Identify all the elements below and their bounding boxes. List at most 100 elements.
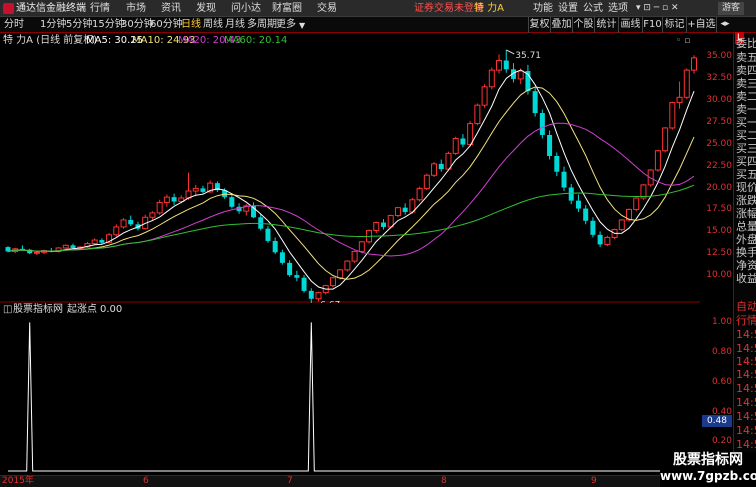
- x-tick-6: 6: [143, 476, 149, 486]
- price-tick: 32.50: [706, 73, 732, 84]
- add-watchlist-button[interactable]: +自选: [686, 17, 716, 33]
- overlay-button[interactable]: 叠加: [550, 17, 572, 33]
- candle: [279, 249, 285, 265]
- stock-name-title: 特 力A: [474, 3, 505, 14]
- candle: [149, 211, 156, 220]
- menu-item-market[interactable]: 市场: [126, 2, 146, 15]
- mark-button[interactable]: 标记: [662, 17, 686, 33]
- date-axis: 2015年 6 7 8 9: [0, 475, 756, 487]
- candle: [287, 260, 293, 277]
- more-chevron-icon[interactable]: ▼: [299, 20, 305, 32]
- period-tab-5min[interactable]: 5分钟: [66, 19, 92, 31]
- side-panel-item: 14:5: [736, 342, 756, 355]
- candle: [156, 199, 163, 215]
- period-tab-monthly[interactable]: 月线: [225, 19, 245, 31]
- side-panel-item: 行情: [736, 314, 756, 327]
- side-panel-item: 涨幅: [736, 207, 756, 220]
- draw-line-button[interactable]: 画线: [618, 17, 642, 33]
- side-panel-item: 买五: [736, 168, 756, 181]
- candle: [265, 226, 271, 243]
- side-panel-item: 14:5: [736, 424, 756, 437]
- candle: [41, 249, 48, 255]
- candle: [633, 197, 640, 212]
- candle: [438, 159, 444, 172]
- side-panel-item: 总量: [736, 220, 756, 233]
- candle: [575, 194, 581, 213]
- candle: [214, 181, 220, 192]
- side-panel-item: 14:5: [736, 382, 756, 395]
- f10-button[interactable]: F10: [642, 17, 662, 33]
- side-panel-item: 14:5: [736, 438, 756, 451]
- period-tab-multi[interactable]: 多周期: [247, 19, 277, 31]
- side-panel-item: 14:5: [736, 328, 756, 341]
- settings-menu[interactable]: 设置: [558, 2, 578, 15]
- period-tab-1min[interactable]: 1分钟: [40, 19, 66, 31]
- candle: [294, 270, 300, 282]
- app-title: 通达信金融终端: [16, 3, 86, 14]
- menu-item-news[interactable]: 资讯: [161, 2, 181, 15]
- indicator-tick: 1.00: [711, 317, 732, 328]
- formula-menu[interactable]: 公式: [583, 2, 603, 15]
- options-menu[interactable]: 选项: [608, 2, 628, 15]
- candle: [387, 214, 394, 229]
- candle: [669, 101, 676, 130]
- candle: [423, 173, 430, 191]
- menu-item-trade[interactable]: 交易: [317, 2, 337, 15]
- indicator-tick: 0.20: [711, 436, 732, 447]
- candle: [329, 276, 336, 288]
- candle: [394, 206, 401, 218]
- ma10-line: [7, 86, 695, 280]
- watermark: 股票指标网 www.7gpzb.com: [660, 452, 756, 487]
- side-panel-item: 14:5: [736, 396, 756, 409]
- indicator-tick: 0.60: [711, 376, 732, 387]
- candle: [452, 136, 459, 156]
- menu-item-discover[interactable]: 发现: [196, 2, 216, 15]
- candle: [683, 68, 690, 100]
- candle: [416, 186, 423, 202]
- candle: [308, 288, 314, 303]
- candle: [532, 87, 538, 117]
- toolbar-scroll-icons[interactable]: ◂▸: [716, 17, 733, 33]
- side-panel-item: 买四: [736, 155, 756, 168]
- period-tab-more[interactable]: 更多: [276, 19, 296, 31]
- quote-side-panel: L 委比 卖五 卖四 卖三 卖二 卖一 买一 买二 买三 买四 买五 现价 涨跌 涨幅 总量 外盘 换手 净资 收益…: [733, 32, 756, 475]
- guest-badge[interactable]: 游客: [718, 2, 745, 15]
- candle: [654, 149, 661, 172]
- period-tab-15min[interactable]: 15分钟: [92, 19, 125, 31]
- candle: [488, 67, 495, 90]
- candle: [554, 152, 560, 177]
- ma5-line: [7, 69, 695, 290]
- candle: [251, 202, 257, 219]
- candle: [142, 214, 149, 230]
- app-logo-icon: [3, 3, 14, 14]
- window-control-icons[interactable]: ▾ ⊡ ─ ▫ ✕: [636, 2, 679, 15]
- side-panel-item: 卖五: [736, 51, 756, 64]
- price-tick: 35.00: [706, 51, 732, 62]
- menu-item-wealth[interactable]: 财富圈: [272, 2, 302, 15]
- price-tick: 27.50: [706, 116, 732, 127]
- indicator-chart[interactable]: [0, 303, 700, 475]
- period-tab-timeshare[interactable]: 分时: [4, 19, 24, 31]
- side-panel-item: 收益: [736, 272, 756, 285]
- candle: [597, 231, 603, 248]
- period-tab-60min[interactable]: 60分钟: [150, 19, 183, 31]
- period-tab-weekly[interactable]: 周线: [203, 19, 223, 31]
- period-tab-daily[interactable]: 日线: [181, 19, 201, 31]
- side-panel-item: 净资: [736, 259, 756, 272]
- menu-item-ask[interactable]: 问小达: [231, 2, 261, 15]
- candle: [373, 221, 380, 234]
- menu-item-quotes[interactable]: 行情: [90, 2, 110, 15]
- restore-rights-button[interactable]: 复权: [528, 17, 550, 33]
- side-panel-item: 涨跌: [736, 194, 756, 207]
- candlestick-chart[interactable]: 35.716.67: [0, 35, 700, 303]
- price-tick: 25.00: [706, 138, 732, 149]
- candle: [611, 228, 618, 240]
- candle: [431, 162, 438, 178]
- statistics-button[interactable]: 统计: [594, 17, 618, 33]
- price-tick: 20.00: [706, 182, 732, 193]
- function-menu[interactable]: 功能: [533, 2, 553, 15]
- candle: [128, 215, 134, 227]
- candle: [547, 130, 553, 160]
- stock-button[interactable]: 个股: [572, 17, 594, 33]
- period-tab-30min[interactable]: 30分钟: [121, 19, 154, 31]
